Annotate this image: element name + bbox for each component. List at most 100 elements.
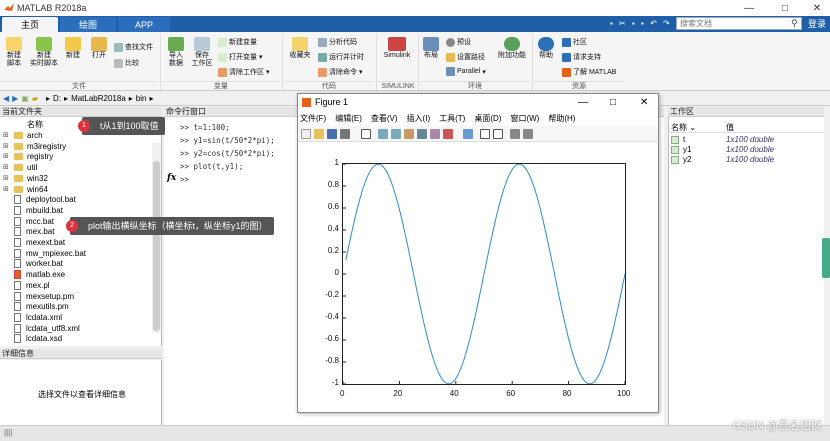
data-cursor-icon[interactable] — [430, 129, 440, 139]
print-icon[interactable] — [340, 129, 350, 139]
search-icon[interactable]: ⚲ — [791, 18, 798, 29]
hide-plot-tools-icon[interactable] — [510, 129, 520, 139]
legend-icon[interactable] — [493, 129, 503, 139]
workspace-var-row[interactable]: t — [671, 135, 685, 144]
figure-minimize-button[interactable]: — — [578, 97, 588, 108]
colorbar-icon[interactable] — [480, 129, 490, 139]
new-figure-icon[interactable] — [301, 129, 311, 139]
file-list-item[interactable]: mexext.bat — [3, 237, 65, 248]
open-variable-button[interactable]: 打开变量 ▾ — [218, 52, 263, 62]
file-list-item[interactable]: ⊞ util — [3, 162, 37, 173]
login-button[interactable]: 登录 — [808, 17, 826, 30]
compare-button[interactable]: 比较 — [114, 58, 139, 68]
expand-icon[interactable]: ⊞ — [3, 130, 10, 141]
open-button[interactable]: 打开 — [88, 37, 110, 60]
file-list-item[interactable]: mbuild.bat — [3, 205, 63, 216]
preferences-button[interactable]: 预设 — [446, 37, 471, 47]
expand-icon[interactable]: ⊞ — [3, 184, 10, 195]
import-data-button[interactable]: 导入 数据 — [165, 37, 187, 68]
open-file-icon[interactable] — [314, 129, 324, 139]
figure-close-button[interactable]: ✕ — [640, 97, 648, 108]
back-arrow-icon[interactable]: ◀ — [3, 94, 9, 103]
analyze-code-button[interactable]: 分析代码 — [318, 37, 357, 47]
set-path-button[interactable]: 设置路径 — [446, 52, 485, 62]
simulink-button[interactable]: Simulink — [380, 37, 414, 60]
learn-matlab-button[interactable]: 了解 MATLAB — [562, 67, 616, 77]
show-plot-tools-icon[interactable] — [523, 129, 533, 139]
file-list-item[interactable]: mex.bat — [3, 226, 54, 237]
tab-apps[interactable]: APP — [118, 17, 170, 32]
zoom-out-icon[interactable] — [391, 129, 401, 139]
brush-icon[interactable] — [443, 129, 453, 139]
figure-menu-item[interactable]: 帮助(H) — [548, 113, 575, 124]
clear-commands-button[interactable]: 清除命令 ▾ — [318, 67, 363, 77]
file-list-item[interactable]: mexsetup.pm — [3, 291, 74, 302]
path-segment[interactable]: D: — [53, 94, 61, 103]
minimize-button[interactable]: — — [738, 0, 760, 16]
column-header-name[interactable]: 名称 — [14, 119, 43, 130]
tab-plots[interactable]: 绘图 — [60, 17, 116, 32]
function-browser-icon[interactable]: fx — [167, 173, 176, 183]
clear-workspace-button[interactable]: 清除工作区 ▾ — [218, 67, 270, 77]
forward-arrow-icon[interactable]: ▶ — [12, 94, 18, 103]
command-prompt[interactable]: >> — [180, 175, 189, 184]
search-docs-input[interactable]: 搜索文档 — [676, 17, 802, 30]
link-plot-icon[interactable] — [463, 129, 473, 139]
file-list-item[interactable]: lcdata_utf8.xml — [3, 323, 80, 334]
figure-maximize-button[interactable]: □ — [610, 97, 616, 108]
new-script-button[interactable]: 新建 脚本 — [3, 37, 25, 68]
layout-button[interactable]: 布局 — [421, 37, 441, 60]
file-list-item[interactable]: ⊞ win32 — [3, 173, 48, 184]
browse-folder-icon[interactable]: ▰ — [32, 94, 38, 103]
edit-plot-icon[interactable] — [361, 129, 371, 139]
rotate-icon[interactable] — [417, 129, 427, 139]
expand-icon[interactable]: ⊞ — [3, 141, 10, 152]
side-panel-handle[interactable] — [822, 238, 830, 278]
path-segment[interactable]: MatLabR2018a — [71, 94, 126, 103]
help-button[interactable]: 帮助 — [536, 37, 556, 60]
save-icon[interactable] — [327, 129, 337, 139]
maximize-button[interactable]: □ — [774, 0, 796, 16]
file-list-item[interactable]: mcc.bat — [3, 216, 54, 227]
file-list-item[interactable]: ⊞ registry — [3, 151, 53, 162]
new-live-script-button[interactable]: 新建 实时脚本 — [30, 37, 58, 68]
run-and-time-button[interactable]: 运行并计时 — [318, 52, 364, 62]
tab-home[interactable]: 主页 — [2, 17, 58, 32]
file-list-item[interactable]: mw_mpiexec.bat — [3, 248, 86, 259]
folder-scrollbar[interactable] — [152, 143, 161, 333]
add-ons-button[interactable]: 附加功能 — [497, 37, 527, 60]
zoom-in-icon[interactable] — [378, 129, 388, 139]
file-list-item[interactable]: lcdata.xml — [3, 312, 62, 323]
file-list-item[interactable]: worker.bat — [3, 258, 63, 269]
figure-menu-item[interactable]: 插入(I) — [407, 113, 431, 124]
up-folder-icon[interactable]: ▣ — [21, 94, 29, 103]
file-list-item[interactable]: mexutils.pm — [3, 301, 69, 312]
file-list-item[interactable]: mex.pl — [3, 280, 50, 291]
save-workspace-button[interactable]: 保存 工作区 — [190, 37, 214, 68]
community-button[interactable]: 社区 — [562, 37, 587, 47]
figure-menu-item[interactable]: 编辑(E) — [335, 113, 362, 124]
file-list-item[interactable]: ⊞ arch — [3, 130, 43, 141]
expand-icon[interactable]: ⊞ — [3, 151, 10, 162]
workspace-var-row[interactable]: y2 — [671, 155, 691, 164]
figure-menu-item[interactable]: 文件(F) — [300, 113, 326, 124]
pan-icon[interactable] — [404, 129, 414, 139]
file-list-item[interactable]: ⊞ win64 — [3, 184, 48, 195]
file-list-item[interactable]: deploytool.bat — [3, 194, 76, 205]
file-list-item[interactable]: lcdata.xsd — [3, 333, 62, 344]
request-support-button[interactable]: 请求支持 — [562, 52, 601, 62]
parallel-button[interactable]: Parallel ▾ — [446, 67, 486, 76]
favorites-button[interactable]: 收藏夹 — [287, 37, 313, 60]
workspace-var-row[interactable]: y1 — [671, 145, 691, 154]
new-variable-button[interactable]: 新建变量 — [218, 37, 257, 47]
plot-axes[interactable] — [342, 163, 626, 385]
figure-menu-item[interactable]: 查看(V) — [371, 113, 398, 124]
file-list-item[interactable]: ⊞ m3iregistry — [3, 141, 66, 152]
new-button[interactable]: 新建 — [62, 37, 84, 60]
expand-icon[interactable]: ⊞ — [3, 173, 10, 184]
figure-menu-item[interactable]: 工具(T) — [439, 113, 465, 124]
file-list-item[interactable]: matlab.exe — [3, 269, 65, 280]
figure-menu-item[interactable]: 桌面(D) — [474, 113, 501, 124]
path-segment[interactable]: bin — [136, 94, 147, 103]
scrollbar-thumb[interactable] — [153, 161, 160, 331]
